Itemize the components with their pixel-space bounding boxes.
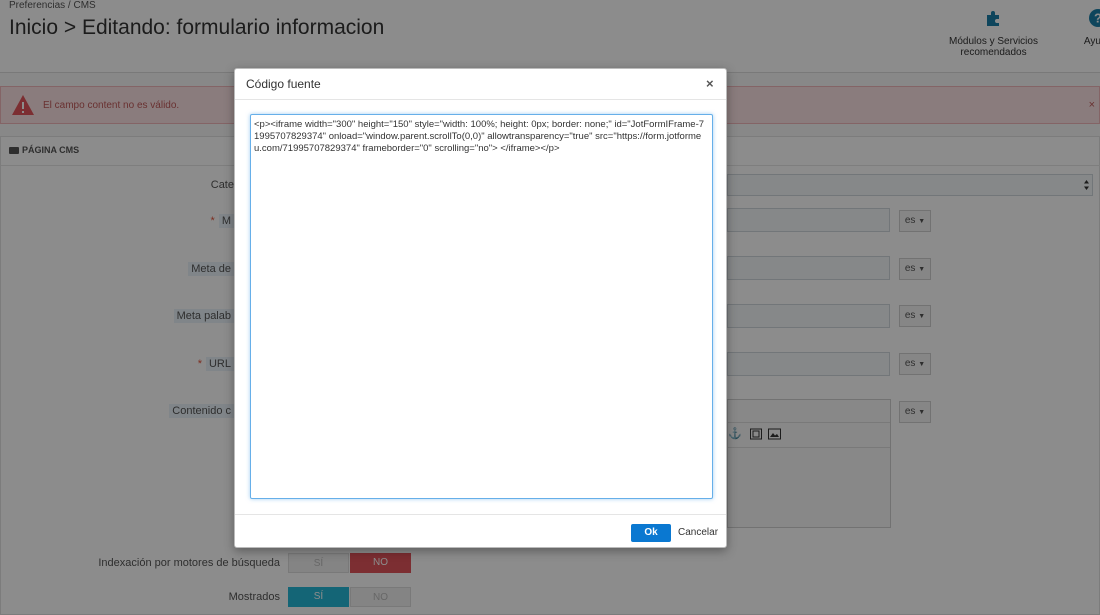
cancel-button[interactable]: Cancelar xyxy=(678,527,718,538)
ok-button[interactable]: Ok xyxy=(631,524,671,542)
dialog-title: Código fuente xyxy=(246,77,321,91)
dialog-footer: Ok Cancelar xyxy=(235,514,726,548)
dialog-header: Código fuente × xyxy=(235,69,726,100)
dialog-close-button[interactable]: × xyxy=(706,76,714,91)
source-code-dialog: Código fuente × <p><iframe width="300" h… xyxy=(234,68,727,548)
source-code-textarea[interactable]: <p><iframe width="300" height="150" styl… xyxy=(250,114,713,499)
